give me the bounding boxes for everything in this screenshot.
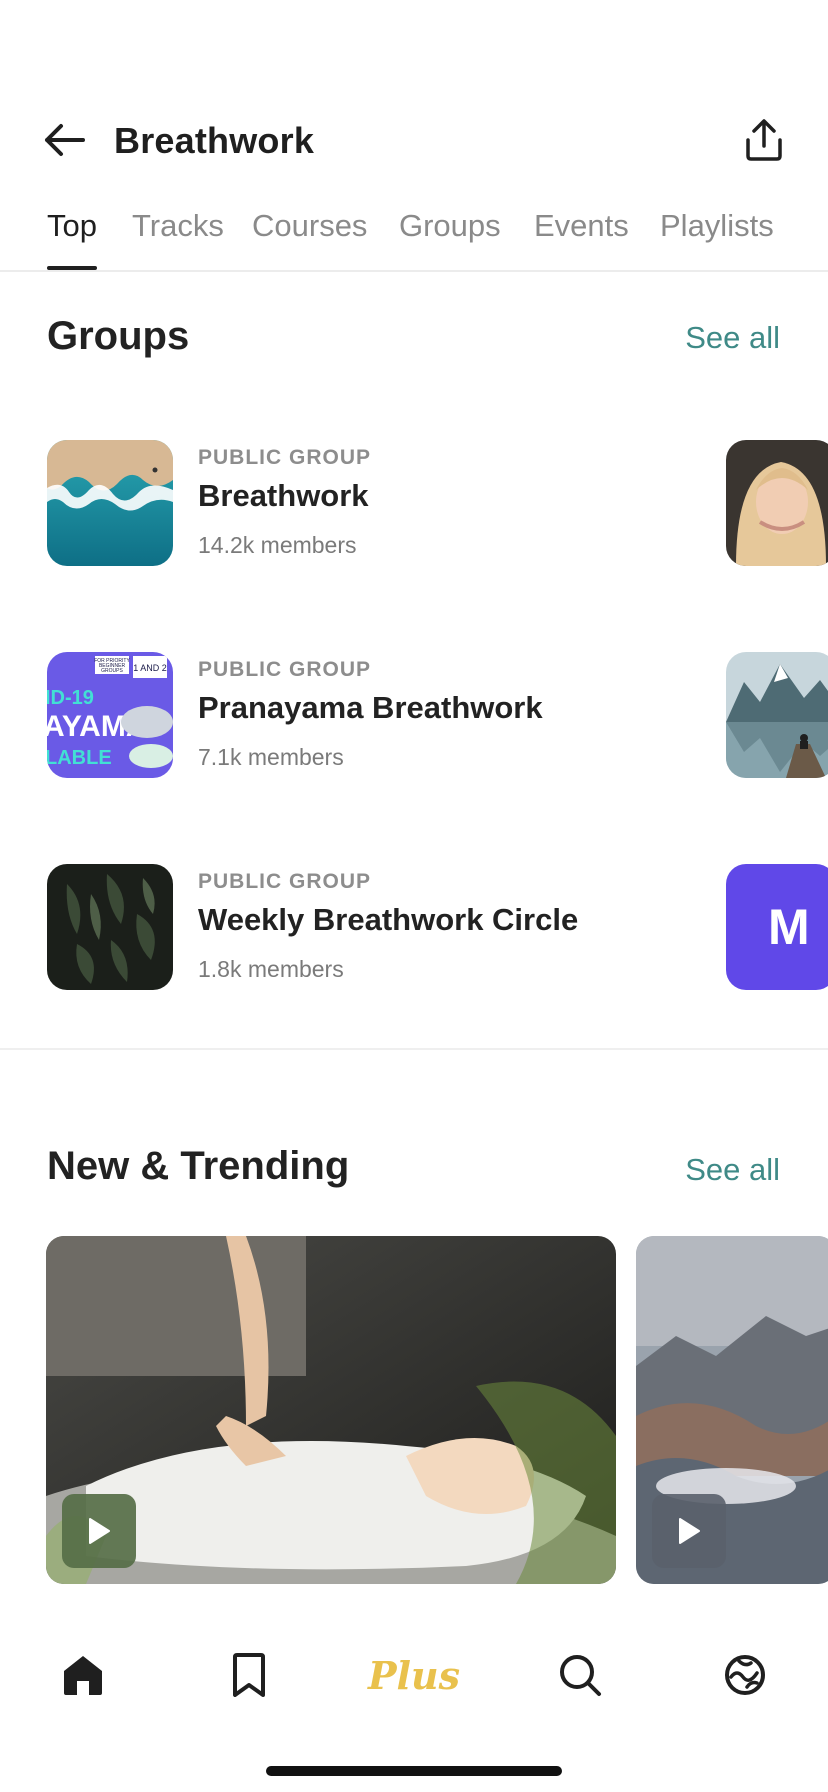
trending-card-1[interactable] bbox=[46, 1236, 616, 1584]
play-icon bbox=[89, 1518, 110, 1544]
group-name: Pranayama Breathwork bbox=[198, 690, 543, 725]
bottom-navigation: Plus bbox=[0, 1600, 828, 1792]
home-icon bbox=[64, 1656, 102, 1695]
trending-section-title: New & Trending bbox=[47, 1144, 350, 1188]
group-member-count: 1.8k members bbox=[198, 956, 344, 982]
thumb-badge-text: 1 AND 2 bbox=[133, 663, 167, 673]
share-icon bbox=[746, 119, 782, 161]
group-item-weekly-circle[interactable]: PUBLIC GROUP Weekly Breathwork Circle 1.… bbox=[47, 864, 687, 992]
active-tab-indicator bbox=[47, 266, 97, 270]
play-icon bbox=[679, 1518, 700, 1544]
search-icon bbox=[560, 1655, 601, 1696]
nav-plus[interactable]: Plus bbox=[368, 1640, 460, 1710]
tab-bar: Top Tracks Courses Groups Events Playlis… bbox=[0, 196, 828, 272]
group-initial-letter: M bbox=[768, 899, 810, 955]
tab-top[interactable]: Top bbox=[47, 208, 97, 244]
group-item-pranayama[interactable]: FOR PRIORITY BEGINNER GROUPS 1 AND 2 ID-… bbox=[47, 652, 687, 780]
play-button[interactable] bbox=[652, 1494, 726, 1568]
tab-events[interactable]: Events bbox=[534, 208, 629, 244]
group-type-label: PUBLIC GROUP bbox=[198, 870, 372, 893]
group-name: Weekly Breathwork Circle bbox=[198, 902, 579, 937]
nav-search[interactable] bbox=[545, 1640, 615, 1710]
tab-playlists[interactable]: Playlists bbox=[660, 208, 774, 244]
group-peek-card-initial[interactable]: M bbox=[726, 864, 828, 990]
group-name: Breathwork bbox=[198, 478, 369, 513]
globe-icon bbox=[725, 1655, 765, 1695]
group-thumbnail bbox=[47, 440, 173, 566]
plus-label: Plus bbox=[367, 1652, 461, 1698]
thumb-text-line1: ID-19 bbox=[47, 687, 94, 709]
nav-profile[interactable] bbox=[710, 1640, 780, 1710]
tab-courses[interactable]: Courses bbox=[252, 208, 367, 244]
back-button[interactable] bbox=[40, 118, 88, 162]
page-title: Breathwork bbox=[114, 120, 315, 161]
nav-home[interactable] bbox=[48, 1640, 118, 1710]
nav-saved[interactable] bbox=[214, 1640, 284, 1710]
group-type-label: PUBLIC GROUP bbox=[198, 658, 372, 681]
trending-see-all-link[interactable]: See all bbox=[685, 1152, 780, 1188]
group-item-breathwork[interactable]: PUBLIC GROUP Breathwork 14.2k members bbox=[47, 440, 687, 568]
thumb-text-line3: LABLE bbox=[47, 747, 112, 769]
group-member-count: 7.1k members bbox=[198, 744, 344, 770]
arrow-left-icon bbox=[45, 124, 85, 156]
group-type-label: PUBLIC GROUP bbox=[198, 446, 372, 469]
group-peek-card-portrait[interactable] bbox=[726, 440, 828, 566]
section-divider bbox=[0, 1048, 828, 1050]
play-button[interactable] bbox=[62, 1494, 136, 1568]
group-member-count: 14.2k members bbox=[198, 532, 357, 558]
home-indicator bbox=[266, 1766, 562, 1776]
group-peek-card-lake[interactable] bbox=[726, 652, 828, 778]
trending-card-2[interactable] bbox=[636, 1236, 828, 1584]
groups-section-title: Groups bbox=[47, 314, 190, 358]
group-thumbnail: FOR PRIORITY BEGINNER GROUPS 1 AND 2 ID-… bbox=[47, 652, 173, 778]
group-thumbnail bbox=[47, 864, 173, 990]
thumb-text-top-c: GROUPS bbox=[101, 668, 123, 674]
bookmark-icon bbox=[233, 1653, 265, 1697]
share-button[interactable] bbox=[740, 116, 788, 164]
groups-see-all-link[interactable]: See all bbox=[685, 320, 780, 356]
top-app-bar: Breathwork bbox=[0, 108, 828, 172]
tab-groups[interactable]: Groups bbox=[399, 208, 501, 244]
tab-tracks[interactable]: Tracks bbox=[132, 208, 224, 244]
